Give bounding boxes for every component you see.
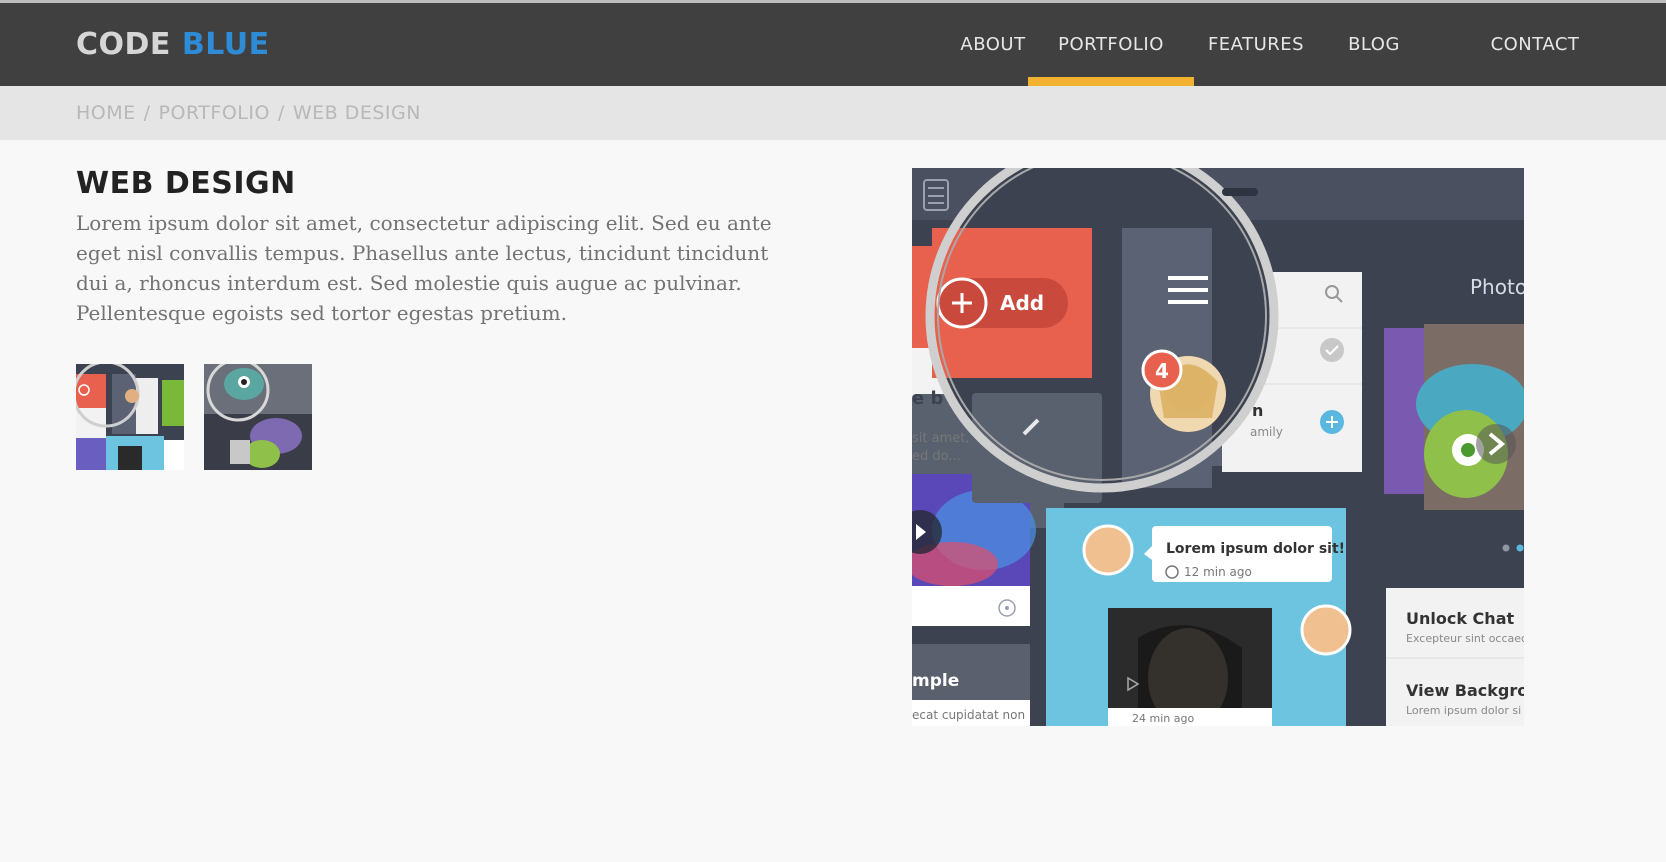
card-text-1a: sit amet, [912,431,969,446]
ui-kit-thumbnail[interactable] [76,364,184,470]
card-fragment-text: e b [912,388,943,409]
breadcrumb-separator: / [277,102,285,124]
brand-logo[interactable]: CODE BLUE [76,27,270,62]
card-text-1b: ed do... [912,449,961,464]
unlock-chat-sub: Excepteur sint occaec [1406,632,1524,645]
breadcrumb: HOME / PORTFOLIO / WEB DESIGN [76,102,421,124]
check-icon [1320,338,1344,362]
badge-count: 4 [1155,359,1169,383]
nav-item-blog[interactable]: BLOG [1344,3,1404,86]
plus-icon [1320,410,1344,434]
page-title: WEB DESIGN [76,166,296,201]
nav-item-features[interactable]: FEATURES [1204,3,1308,86]
breadcrumb-bar: HOME / PORTFOLIO / WEB DESIGN [0,86,1666,140]
chat-time-2: 24 min ago [1132,712,1194,725]
page-description: Lorem ipsum dolor sit amet, consectetur … [76,211,772,325]
brand-part-1: CODE [76,27,171,62]
breadcrumb-separator: / [143,102,151,124]
add-button[interactable]: Add [936,277,1068,329]
next-arrow-icon[interactable] [1476,424,1516,464]
unlock-chat-title: Unlock Chat [1406,609,1514,628]
contact-sub: amily [1250,425,1283,439]
breadcrumb-current: WEB DESIGN [292,102,421,124]
view-background-sub: Lorem ipsum dolor si [1406,704,1521,717]
monster-thumbnail[interactable] [204,364,312,470]
nav-item-portfolio[interactable]: PORTFOLIO [1028,3,1194,86]
view-background-title: View Backgrour [1406,681,1524,700]
nav-item-contact[interactable]: CONTACT [1482,3,1588,86]
breadcrumb-portfolio[interactable]: PORTFOLIO [159,102,270,124]
nav-item-about[interactable]: ABOUT [950,3,1036,86]
chat-message: Lorem ipsum dolor sit! [1166,541,1345,557]
navbar: CODE BLUE ABOUT PORTFOLIO FEATURES BLOG … [0,3,1666,86]
add-label: Add [1000,291,1044,315]
sample-label: mple [912,671,959,691]
notification-badge: 4 [1141,349,1183,391]
brand-part-2: BLUE [181,27,270,62]
photo-label: Photo [1470,275,1524,299]
monster-thumbnail-image [204,364,312,470]
chat-time: 12 min ago [1184,565,1252,579]
breadcrumb-home[interactable]: HOME [76,102,136,124]
sample-sub: ecat cupidatat non [912,708,1025,722]
ui-kit-thumbnail-image [76,364,184,470]
hero-image: e b sit amet, ed do... mple ecat cupidat… [912,168,1524,726]
